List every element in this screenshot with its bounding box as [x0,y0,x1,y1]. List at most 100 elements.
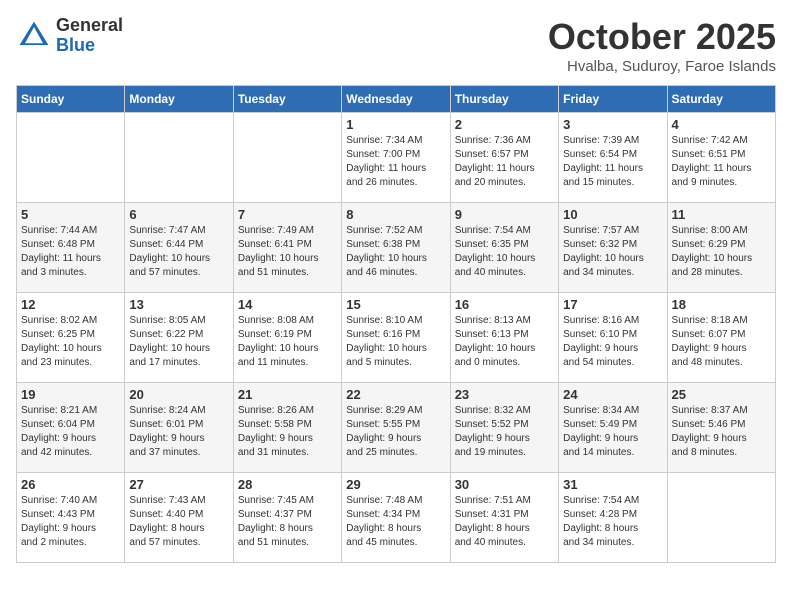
day-number: 10 [563,207,662,222]
calendar-week-1: 1Sunrise: 7:34 AM Sunset: 7:00 PM Daylig… [17,113,776,203]
calendar-week-2: 5 Sunrise: 7:44 AM Sunset: 6:48 PM Daylig… [17,203,776,293]
day-number: 9 [455,207,554,222]
calendar-cell [125,113,233,203]
calendar-cell: 12 Sunrise: 8:02 AM Sunset: 6:25 PM Dayli… [17,293,125,383]
day-number: 23 [455,387,554,402]
day-number: 31 [563,477,662,492]
day-info: Sunrise: 7:34 AM Sunset: 7:00 PM Dayligh… [346,134,445,190]
logo-text: General Blue [56,16,123,56]
day-number: 26 [21,477,120,492]
calendar-cell: 22 Sunrise: 8:29 AM Sunset: 5:55 PM Dayli… [342,383,450,473]
day-number: 15 [346,297,445,312]
calendar-cell [17,113,125,203]
day-number: 6 [129,207,228,222]
day-number: 19 [21,387,120,402]
day-info: Sunrise: 8:02 AM Sunset: 6:25 PM Dayligh… [21,314,120,370]
col-header-saturday: Saturday [667,86,775,113]
day-number: 25 [672,387,771,402]
day-number: 18 [672,297,771,312]
day-number: 14 [238,297,337,312]
day-info: Sunrise: 8:29 AM Sunset: 5:55 PM Dayligh… [346,404,445,460]
day-number: 3 [563,117,662,132]
day-number: 11 [672,207,771,222]
day-info: Sunrise: 8:24 AM Sunset: 6:01 PM Dayligh… [129,404,228,460]
day-info: Sunrise: 8:13 AM Sunset: 6:13 PM Dayligh… [455,314,554,370]
day-info: Sunrise: 7:36 AM Sunset: 6:57 PM Dayligh… [455,134,554,190]
calendar-cell: 10 Sunrise: 7:57 AM Sunset: 6:32 PM Dayli… [559,203,667,293]
calendar-cell: 31 Sunrise: 7:54 AM Sunset: 4:28 PM Dayli… [559,473,667,563]
day-number: 5 [21,207,120,222]
calendar-week-4: 19 Sunrise: 8:21 AM Sunset: 6:04 PM Dayli… [17,383,776,473]
col-header-thursday: Thursday [450,86,558,113]
col-header-tuesday: Tuesday [233,86,341,113]
calendar-cell: 8 Sunrise: 7:52 AM Sunset: 6:38 PM Daylig… [342,203,450,293]
day-number: 30 [455,477,554,492]
day-number: 22 [346,387,445,402]
day-info: Sunrise: 7:42 AM Sunset: 6:51 PM Dayligh… [672,134,771,190]
calendar-cell: 1Sunrise: 7:34 AM Sunset: 7:00 PM Daylig… [342,113,450,203]
month-title: October 2025 [548,16,776,58]
logo-blue: Blue [56,36,123,56]
calendar-week-3: 12 Sunrise: 8:02 AM Sunset: 6:25 PM Dayli… [17,293,776,383]
calendar-cell: 16 Sunrise: 8:13 AM Sunset: 6:13 PM Dayli… [450,293,558,383]
calendar-week-5: 26 Sunrise: 7:40 AM Sunset: 4:43 PM Dayli… [17,473,776,563]
calendar-cell: 20 Sunrise: 8:24 AM Sunset: 6:01 PM Dayli… [125,383,233,473]
col-header-monday: Monday [125,86,233,113]
title-block: October 2025 Hvalba, Suduroy, Faroe Isla… [548,16,776,75]
calendar-cell: 13Sunrise: 8:05 AM Sunset: 6:22 PM Dayli… [125,293,233,383]
calendar-cell: 30 Sunrise: 7:51 AM Sunset: 4:31 PM Dayli… [450,473,558,563]
calendar-cell: 23Sunrise: 8:32 AM Sunset: 5:52 PM Dayli… [450,383,558,473]
day-info: Sunrise: 7:54 AM Sunset: 4:28 PM Dayligh… [563,494,662,550]
calendar-cell: 29Sunrise: 7:48 AM Sunset: 4:34 PM Dayli… [342,473,450,563]
calendar-cell: 6 Sunrise: 7:47 AM Sunset: 6:44 PM Daylig… [125,203,233,293]
day-number: 17 [563,297,662,312]
day-number: 2 [455,117,554,132]
day-info: Sunrise: 7:57 AM Sunset: 6:32 PM Dayligh… [563,224,662,280]
day-info: Sunrise: 7:44 AM Sunset: 6:48 PM Dayligh… [21,224,120,280]
day-number: 12 [21,297,120,312]
calendar-cell: 27Sunrise: 7:43 AM Sunset: 4:40 PM Dayli… [125,473,233,563]
logo-general: General [56,16,123,36]
calendar-cell: 7 Sunrise: 7:49 AM Sunset: 6:41 PM Daylig… [233,203,341,293]
calendar-table: SundayMondayTuesdayWednesdayThursdayFrid… [16,85,776,563]
day-info: Sunrise: 8:16 AM Sunset: 6:10 PM Dayligh… [563,314,662,370]
calendar-body: 1Sunrise: 7:34 AM Sunset: 7:00 PM Daylig… [17,113,776,563]
day-number: 20 [129,387,228,402]
day-info: Sunrise: 8:37 AM Sunset: 5:46 PM Dayligh… [672,404,771,460]
day-info: Sunrise: 8:34 AM Sunset: 5:49 PM Dayligh… [563,404,662,460]
calendar-header: SundayMondayTuesdayWednesdayThursdayFrid… [17,86,776,113]
day-info: Sunrise: 7:40 AM Sunset: 4:43 PM Dayligh… [21,494,120,550]
day-info: Sunrise: 8:21 AM Sunset: 6:04 PM Dayligh… [21,404,120,460]
calendar-cell: 14Sunrise: 8:08 AM Sunset: 6:19 PM Dayli… [233,293,341,383]
calendar-cell: 11 Sunrise: 8:00 AM Sunset: 6:29 PM Dayli… [667,203,775,293]
day-number: 16 [455,297,554,312]
day-number: 24 [563,387,662,402]
col-header-wednesday: Wednesday [342,86,450,113]
day-number: 7 [238,207,337,222]
calendar-cell: 24 Sunrise: 8:34 AM Sunset: 5:49 PM Dayli… [559,383,667,473]
day-number: 27 [129,477,228,492]
day-info: Sunrise: 8:00 AM Sunset: 6:29 PM Dayligh… [672,224,771,280]
day-number: 8 [346,207,445,222]
calendar-cell: 28Sunrise: 7:45 AM Sunset: 4:37 PM Dayli… [233,473,341,563]
day-info: Sunrise: 7:51 AM Sunset: 4:31 PM Dayligh… [455,494,554,550]
day-number: 21 [238,387,337,402]
day-info: Sunrise: 7:49 AM Sunset: 6:41 PM Dayligh… [238,224,337,280]
location-subtitle: Hvalba, Suduroy, Faroe Islands [548,58,776,75]
calendar-cell: 26 Sunrise: 7:40 AM Sunset: 4:43 PM Dayli… [17,473,125,563]
day-info: Sunrise: 8:10 AM Sunset: 6:16 PM Dayligh… [346,314,445,370]
day-info: Sunrise: 7:52 AM Sunset: 6:38 PM Dayligh… [346,224,445,280]
col-header-friday: Friday [559,86,667,113]
calendar-cell: 2 Sunrise: 7:36 AM Sunset: 6:57 PM Daylig… [450,113,558,203]
day-info: Sunrise: 7:47 AM Sunset: 6:44 PM Dayligh… [129,224,228,280]
calendar-cell: 5 Sunrise: 7:44 AM Sunset: 6:48 PM Daylig… [17,203,125,293]
calendar-cell: 21 Sunrise: 8:26 AM Sunset: 5:58 PM Dayli… [233,383,341,473]
day-number: 13 [129,297,228,312]
logo-icon [16,18,52,54]
day-number: 28 [238,477,337,492]
col-header-sunday: Sunday [17,86,125,113]
calendar-cell: 4Sunrise: 7:42 AM Sunset: 6:51 PM Daylig… [667,113,775,203]
day-info: Sunrise: 8:26 AM Sunset: 5:58 PM Dayligh… [238,404,337,460]
logo: General Blue [16,16,123,56]
calendar-cell: 25 Sunrise: 8:37 AM Sunset: 5:46 PM Dayli… [667,383,775,473]
